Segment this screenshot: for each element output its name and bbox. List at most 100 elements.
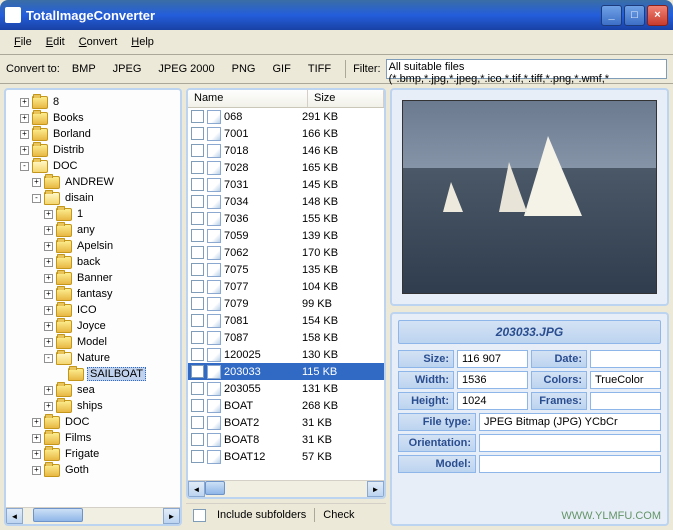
file-checkbox[interactable]	[191, 382, 204, 395]
close-button[interactable]: ×	[647, 5, 668, 26]
tree-expander-icon[interactable]: +	[32, 434, 41, 443]
scroll-left-icon[interactable]: ◄	[6, 508, 23, 524]
scroll-thumb[interactable]	[33, 508, 83, 522]
file-checkbox[interactable]	[191, 127, 204, 140]
file-row[interactable]: 7077104 KB	[188, 278, 384, 295]
tree-expander-icon[interactable]: +	[20, 98, 29, 107]
tree-node-any[interactable]: +any	[8, 222, 178, 238]
tree-expander-icon[interactable]: +	[44, 210, 53, 219]
file-checkbox[interactable]	[191, 178, 204, 191]
tree-node-films[interactable]: +Films	[8, 430, 178, 446]
file-row[interactable]: BOAT831 KB	[188, 431, 384, 448]
tree-node-back[interactable]: +back	[8, 254, 178, 270]
file-checkbox[interactable]	[191, 212, 204, 225]
tree-expander-icon[interactable]: +	[44, 386, 53, 395]
file-row[interactable]: 7031145 KB	[188, 176, 384, 193]
tree-node-doc[interactable]: +DOC	[8, 414, 178, 430]
tree-node-sea[interactable]: +sea	[8, 382, 178, 398]
tree-node-model[interactable]: +Model	[8, 334, 178, 350]
menu-convert[interactable]: Convert	[73, 34, 124, 50]
include-subfolders-checkbox[interactable]	[193, 509, 206, 522]
tree-node-doc[interactable]: -DOC	[8, 158, 178, 174]
column-size[interactable]: Size	[308, 90, 384, 107]
file-checkbox[interactable]	[191, 348, 204, 361]
tree-expander-icon[interactable]: +	[32, 466, 41, 475]
tree-expander-icon[interactable]: +	[44, 338, 53, 347]
tree-expander-icon[interactable]: +	[44, 274, 53, 283]
scroll-right-icon[interactable]: ►	[367, 481, 384, 497]
check-button[interactable]: Check	[323, 509, 354, 521]
file-row[interactable]: 7075135 KB	[188, 261, 384, 278]
format-gif[interactable]: GIF	[266, 59, 298, 79]
file-checkbox[interactable]	[191, 314, 204, 327]
maximize-button[interactable]: □	[624, 5, 645, 26]
tree-expander-icon[interactable]: +	[44, 306, 53, 315]
tree-expander-icon[interactable]: +	[32, 178, 41, 187]
file-row[interactable]: 7081154 KB	[188, 312, 384, 329]
file-checkbox[interactable]	[191, 161, 204, 174]
file-row[interactable]: 203033115 KB	[188, 363, 384, 380]
tree-scrollbar-h[interactable]: ◄ ►	[6, 507, 180, 524]
list-scrollbar-h[interactable]: ◄ ►	[188, 480, 384, 497]
column-name[interactable]: Name	[188, 90, 308, 107]
file-row[interactable]: 7059139 KB	[188, 227, 384, 244]
tree-expander-icon[interactable]: +	[20, 114, 29, 123]
format-bmp[interactable]: BMP	[65, 59, 103, 79]
file-row[interactable]: 7034148 KB	[188, 193, 384, 210]
file-row[interactable]: BOAT268 KB	[188, 397, 384, 414]
tree-node-sailboat[interactable]: SAILBOAT	[8, 366, 178, 382]
file-checkbox[interactable]	[191, 195, 204, 208]
scroll-left-icon[interactable]: ◄	[188, 481, 205, 497]
file-list[interactable]: 068291 KB7001166 KB7018146 KB7028165 KB7…	[188, 108, 384, 479]
tree-node-banner[interactable]: +Banner	[8, 270, 178, 286]
file-checkbox[interactable]	[191, 229, 204, 242]
tree-node-apelsin[interactable]: +Apelsin	[8, 238, 178, 254]
tree-node-frigate[interactable]: +Frigate	[8, 446, 178, 462]
filter-select[interactable]: All suitable files (*.bmp,*.jpg,*.jpeg,*…	[386, 59, 667, 79]
file-checkbox[interactable]	[191, 144, 204, 157]
tree-node-ships[interactable]: +ships	[8, 398, 178, 414]
tree-expander-icon[interactable]: -	[20, 162, 29, 171]
file-row[interactable]: 7062170 KB	[188, 244, 384, 261]
file-checkbox[interactable]	[191, 110, 204, 123]
file-row[interactable]: BOAT231 KB	[188, 414, 384, 431]
file-row[interactable]: 707999 KB	[188, 295, 384, 312]
tree-expander-icon[interactable]: +	[44, 242, 53, 251]
tree-expander-icon[interactable]: +	[20, 146, 29, 155]
file-checkbox[interactable]	[191, 263, 204, 276]
tree-node-goth[interactable]: +Goth	[8, 462, 178, 478]
file-checkbox[interactable]	[191, 399, 204, 412]
tree-node-nature[interactable]: -Nature	[8, 350, 178, 366]
file-row[interactable]: 7036155 KB	[188, 210, 384, 227]
tree-node-andrew[interactable]: +ANDREW	[8, 174, 178, 190]
tree-expander-icon[interactable]: +	[32, 418, 41, 427]
tree-expander-icon[interactable]: +	[44, 290, 53, 299]
tree-node-disain[interactable]: -disain	[8, 190, 178, 206]
scroll-right-icon[interactable]: ►	[163, 508, 180, 524]
file-checkbox[interactable]	[191, 450, 204, 463]
file-row[interactable]: BOAT1257 KB	[188, 448, 384, 465]
file-checkbox[interactable]	[191, 246, 204, 259]
format-jpeg[interactable]: JPEG	[106, 59, 149, 79]
tree-expander-icon[interactable]: +	[44, 322, 53, 331]
format-png[interactable]: PNG	[225, 59, 263, 79]
file-checkbox[interactable]	[191, 331, 204, 344]
scroll-thumb[interactable]	[205, 481, 225, 495]
tree-node-distrib[interactable]: +Distrib	[8, 142, 178, 158]
menu-edit[interactable]: Edit	[40, 34, 71, 50]
file-checkbox[interactable]	[191, 365, 204, 378]
tree-expander-icon[interactable]: +	[44, 402, 53, 411]
tree-node-1[interactable]: +1	[8, 206, 178, 222]
file-checkbox[interactable]	[191, 416, 204, 429]
format-tiff[interactable]: TIFF	[301, 59, 338, 79]
menu-help[interactable]: Help	[125, 34, 160, 50]
tree-node-borland[interactable]: +Borland	[8, 126, 178, 142]
file-checkbox[interactable]	[191, 433, 204, 446]
minimize-button[interactable]: _	[601, 5, 622, 26]
file-checkbox[interactable]	[191, 297, 204, 310]
tree-expander-icon[interactable]: +	[32, 450, 41, 459]
tree-node-ico[interactable]: +ICO	[8, 302, 178, 318]
tree-expander-icon[interactable]: +	[20, 130, 29, 139]
tree-node-fantasy[interactable]: +fantasy	[8, 286, 178, 302]
file-row[interactable]: 7087158 KB	[188, 329, 384, 346]
